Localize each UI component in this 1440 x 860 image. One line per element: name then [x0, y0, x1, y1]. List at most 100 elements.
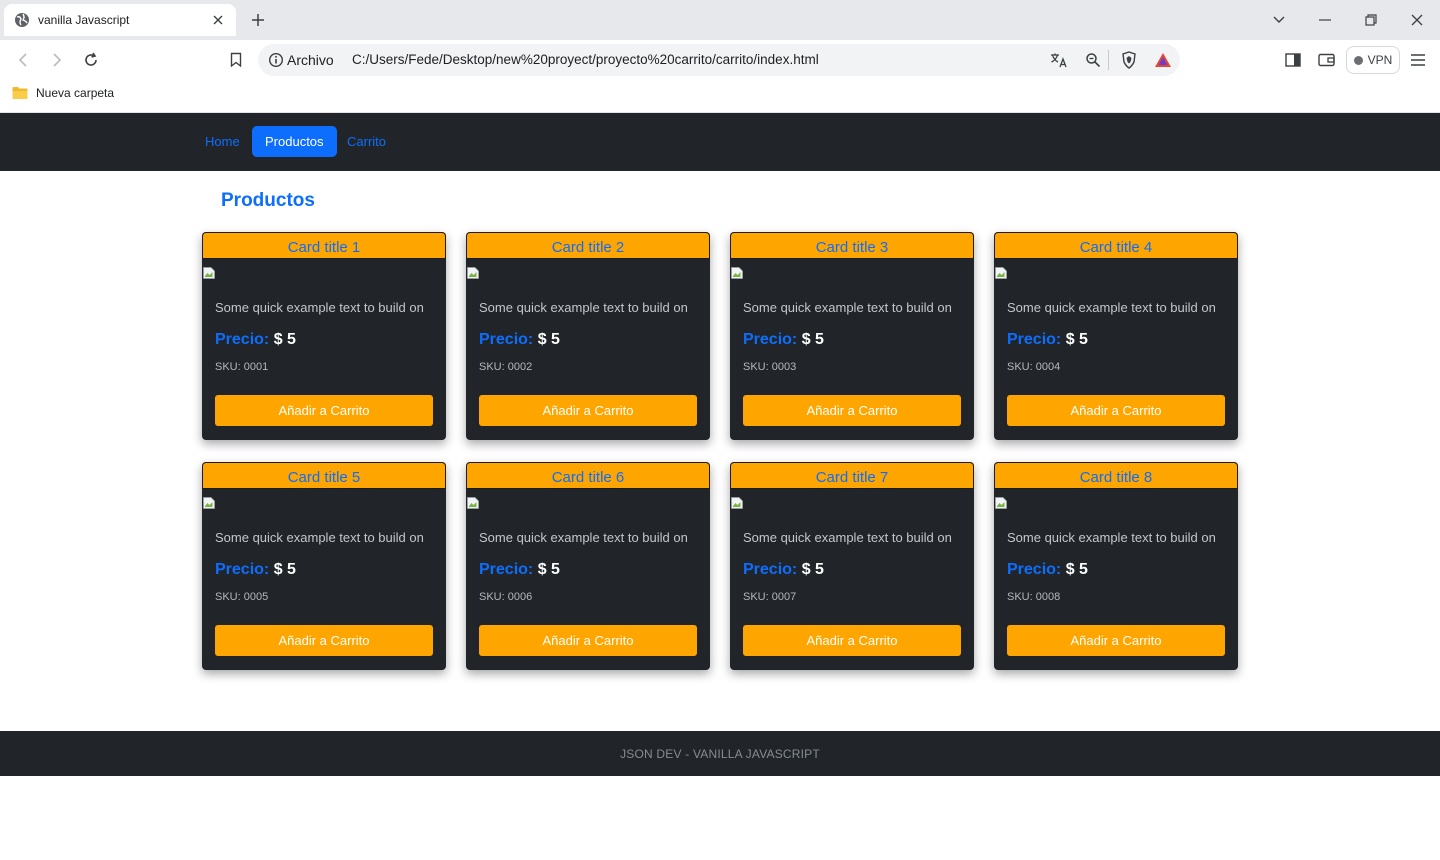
bookmark-folder-label: Nueva carpeta — [36, 86, 115, 100]
sidebar-icon[interactable] — [1283, 50, 1303, 70]
tab-title: vanilla Javascript — [38, 13, 130, 27]
card-price-label: Precio: — [743, 331, 798, 348]
card-title: Card title 3 — [730, 232, 974, 259]
broken-image-icon — [203, 496, 215, 509]
add-to-cart-button[interactable]: Añadir a Carrito — [479, 625, 697, 656]
card-title: Card title 2 — [466, 232, 710, 259]
plus-icon[interactable] — [248, 10, 268, 30]
restore-icon[interactable] — [1348, 0, 1394, 40]
card-sku: SKU: 0005 — [215, 591, 269, 603]
card-description: Some quick example text to build on — [215, 300, 424, 315]
product-card: Card title 7 Some quick example text to … — [730, 462, 974, 670]
bookmarks-bar — [0, 80, 1440, 113]
card-price-label: Precio: — [215, 561, 270, 578]
broken-image-icon — [467, 496, 479, 509]
card-description: Some quick example text to build on — [479, 300, 688, 315]
broken-image-icon — [467, 266, 479, 279]
add-to-cart-button[interactable]: Añadir a Carrito — [1007, 395, 1225, 426]
card-description: Some quick example text to build on — [1007, 300, 1216, 315]
card-description: Some quick example text to build on — [215, 530, 424, 545]
card-sku: SKU: 0004 — [1007, 361, 1061, 373]
browser-tab[interactable]: vanilla Javascript — [4, 4, 236, 36]
add-to-cart-button[interactable]: Añadir a Carrito — [479, 395, 697, 426]
product-card: Card title 4 Some quick example text to … — [994, 232, 1238, 440]
brave-rewards-icon[interactable] — [1153, 50, 1173, 70]
card-price: Precio: $ 5 — [743, 331, 824, 349]
card-description: Some quick example text to build on — [1007, 530, 1216, 545]
card-price: Precio: $ 5 — [743, 561, 824, 579]
card-title: Card title 6 — [466, 462, 710, 489]
card-price-label: Precio: — [1007, 561, 1062, 578]
back-icon[interactable] — [13, 50, 33, 70]
card-sku: SKU: 0007 — [743, 591, 797, 603]
zoom-icon[interactable] — [1083, 50, 1103, 70]
product-card: Card title 3 Some quick example text to … — [730, 232, 974, 440]
product-card: Card title 6 Some quick example text to … — [466, 462, 710, 670]
product-card: Card title 5 Some quick example text to … — [202, 462, 446, 670]
bookmark-icon[interactable] — [226, 50, 246, 70]
card-sku: SKU: 0003 — [743, 361, 797, 373]
translate-icon[interactable] — [1049, 50, 1069, 70]
bookmark-folder[interactable]: Nueva carpeta — [12, 86, 114, 100]
forward-icon[interactable] — [47, 50, 67, 70]
product-card: Card title 1 Some quick example text to … — [202, 232, 446, 440]
card-price: Precio: $ 5 — [1007, 331, 1088, 349]
url-text[interactable]: C:/Users/Fede/Desktop/new%20proyect/proy… — [352, 52, 819, 68]
card-sku: SKU: 0002 — [479, 361, 533, 373]
close-icon[interactable] — [210, 12, 226, 28]
card-price-value: $ 5 — [801, 331, 824, 348]
info-icon[interactable] — [268, 52, 284, 68]
add-to-cart-button[interactable]: Añadir a Carrito — [1007, 625, 1225, 656]
browser-tab-bar: vanilla Javascript — [0, 0, 1440, 40]
card-price-value: $ 5 — [273, 561, 296, 578]
globe-icon — [14, 12, 30, 28]
card-title: Card title 7 — [730, 462, 974, 489]
url-scheme-label: Archivo — [287, 52, 334, 68]
card-price-value: $ 5 — [537, 561, 560, 578]
card-price: Precio: $ 5 — [215, 561, 296, 579]
card-price-value: $ 5 — [801, 561, 824, 578]
vpn-button[interactable]: VPN — [1346, 46, 1400, 74]
product-card: Card title 2 Some quick example text to … — [466, 232, 710, 440]
broken-image-icon — [995, 266, 1007, 279]
wallet-icon[interactable] — [1317, 50, 1337, 70]
chevron-down-icon[interactable] — [1256, 0, 1302, 40]
card-description: Some quick example text to build on — [743, 300, 952, 315]
broken-image-icon — [203, 266, 215, 279]
card-description: Some quick example text to build on — [479, 530, 688, 545]
card-price-label: Precio: — [479, 331, 534, 348]
page-title: Productos — [221, 190, 315, 211]
add-to-cart-button[interactable]: Añadir a Carrito — [743, 395, 961, 426]
card-title: Card title 5 — [202, 462, 446, 489]
vpn-label: VPN — [1367, 53, 1393, 67]
menu-icon[interactable] — [1408, 50, 1428, 70]
card-price-value: $ 5 — [537, 331, 560, 348]
card-price-value: $ 5 — [273, 331, 296, 348]
card-sku: SKU: 0006 — [479, 591, 533, 603]
add-to-cart-button[interactable]: Añadir a Carrito — [215, 395, 433, 426]
product-card: Card title 8 Some quick example text to … — [994, 462, 1238, 670]
add-to-cart-button[interactable]: Añadir a Carrito — [215, 625, 433, 656]
card-price-value: $ 5 — [1065, 331, 1088, 348]
nav-carrito-link[interactable]: Carrito — [334, 126, 399, 157]
card-title: Card title 8 — [994, 462, 1238, 489]
card-price-value: $ 5 — [1065, 561, 1088, 578]
card-price: Precio: $ 5 — [215, 331, 296, 349]
brave-shield-icon[interactable] — [1119, 50, 1139, 70]
reload-icon[interactable] — [81, 50, 101, 70]
nav-home-link[interactable]: Home — [192, 126, 253, 157]
card-price: Precio: $ 5 — [1007, 561, 1088, 579]
card-sku: SKU: 0008 — [1007, 591, 1061, 603]
card-price-label: Precio: — [479, 561, 534, 578]
card-price-label: Precio: — [215, 331, 270, 348]
broken-image-icon — [731, 266, 743, 279]
minimize-icon[interactable] — [1302, 0, 1348, 40]
window-close-icon[interactable] — [1394, 0, 1440, 40]
add-to-cart-button[interactable]: Añadir a Carrito — [743, 625, 961, 656]
nav-productos-link[interactable]: Productos — [252, 126, 337, 157]
card-price-label: Precio: — [743, 561, 798, 578]
card-price: Precio: $ 5 — [479, 561, 560, 579]
card-description: Some quick example text to build on — [743, 530, 952, 545]
broken-image-icon — [995, 496, 1007, 509]
broken-image-icon — [731, 496, 743, 509]
